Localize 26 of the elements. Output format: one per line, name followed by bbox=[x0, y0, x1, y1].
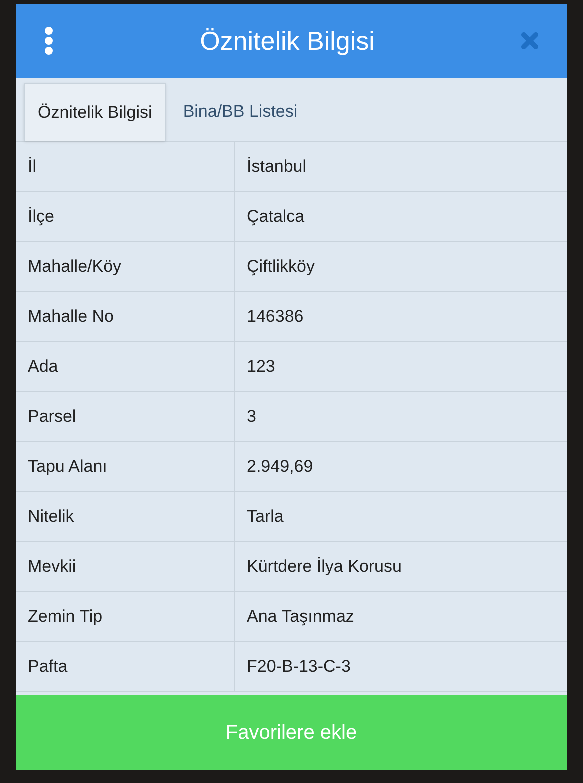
attribute-label: Tapu Alanı bbox=[16, 442, 235, 491]
attribute-value: F20-B-13-C-3 bbox=[246, 656, 352, 678]
attribute-value: Kürtdere İlya Korusu bbox=[246, 556, 403, 578]
attribute-label: Pafta bbox=[16, 642, 235, 691]
menu-icon[interactable] bbox=[44, 27, 54, 55]
attribute-value: Ana Taşınmaz bbox=[246, 606, 356, 628]
attribute-label: İlçe bbox=[16, 192, 235, 241]
attribute-label: Mevkii bbox=[16, 542, 235, 591]
attribute-value: Çiftlikköy bbox=[246, 256, 316, 278]
attribute-label: Parsel bbox=[16, 392, 235, 441]
attribute-value: Tarla bbox=[246, 506, 285, 528]
attribute-value: İstanbul bbox=[246, 156, 308, 178]
attribute-label: İl bbox=[16, 142, 235, 191]
attribute-label: Nitelik bbox=[16, 492, 235, 541]
attribute-value: Çatalca bbox=[246, 206, 306, 228]
attribute-value: 3 bbox=[246, 406, 258, 428]
attribute-label: Zemin Tip bbox=[16, 592, 235, 641]
tab[interactable]: Bina/BB Listesi bbox=[166, 83, 315, 141]
attribute-label: Mahalle No bbox=[16, 292, 235, 341]
attribute-value: 146386 bbox=[246, 306, 305, 328]
attribute-value: 123 bbox=[246, 356, 276, 378]
dialog-title: Öznitelik Bilgisi bbox=[200, 24, 375, 58]
attribute-label: Mahalle/Köy bbox=[16, 242, 235, 291]
tab[interactable]: Öznitelik Bilgisi bbox=[24, 83, 166, 141]
attribute-label: Ada bbox=[16, 342, 235, 391]
attribute-value: 2.949,69 bbox=[246, 456, 314, 478]
